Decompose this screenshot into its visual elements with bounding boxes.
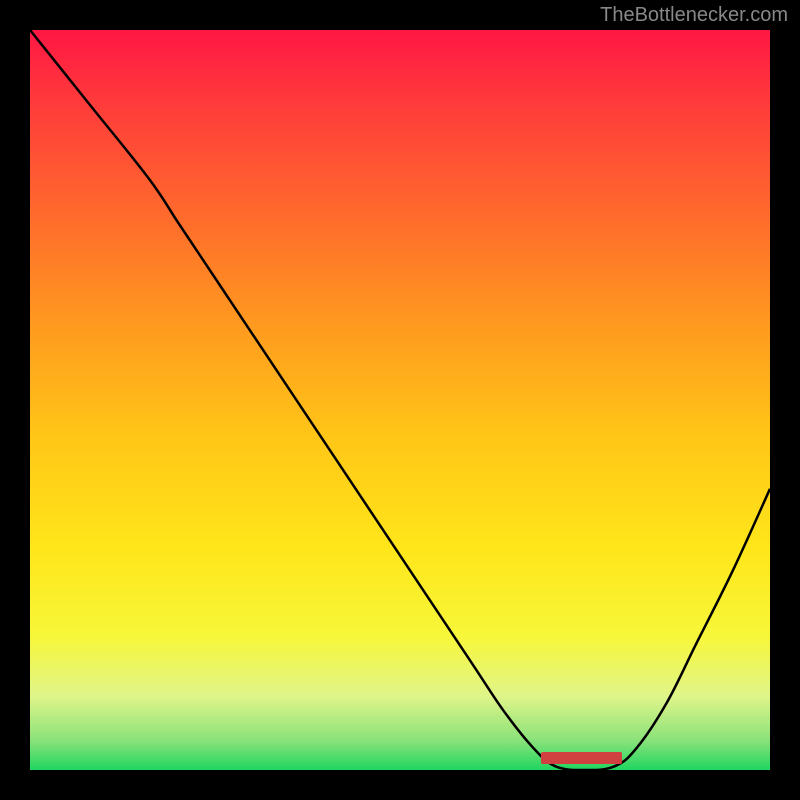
optimal-range-marker	[541, 752, 622, 764]
watermark-text: TheBottlenecker.com	[600, 4, 788, 27]
chart-curve	[30, 30, 770, 770]
chart-plot-area	[30, 30, 770, 770]
